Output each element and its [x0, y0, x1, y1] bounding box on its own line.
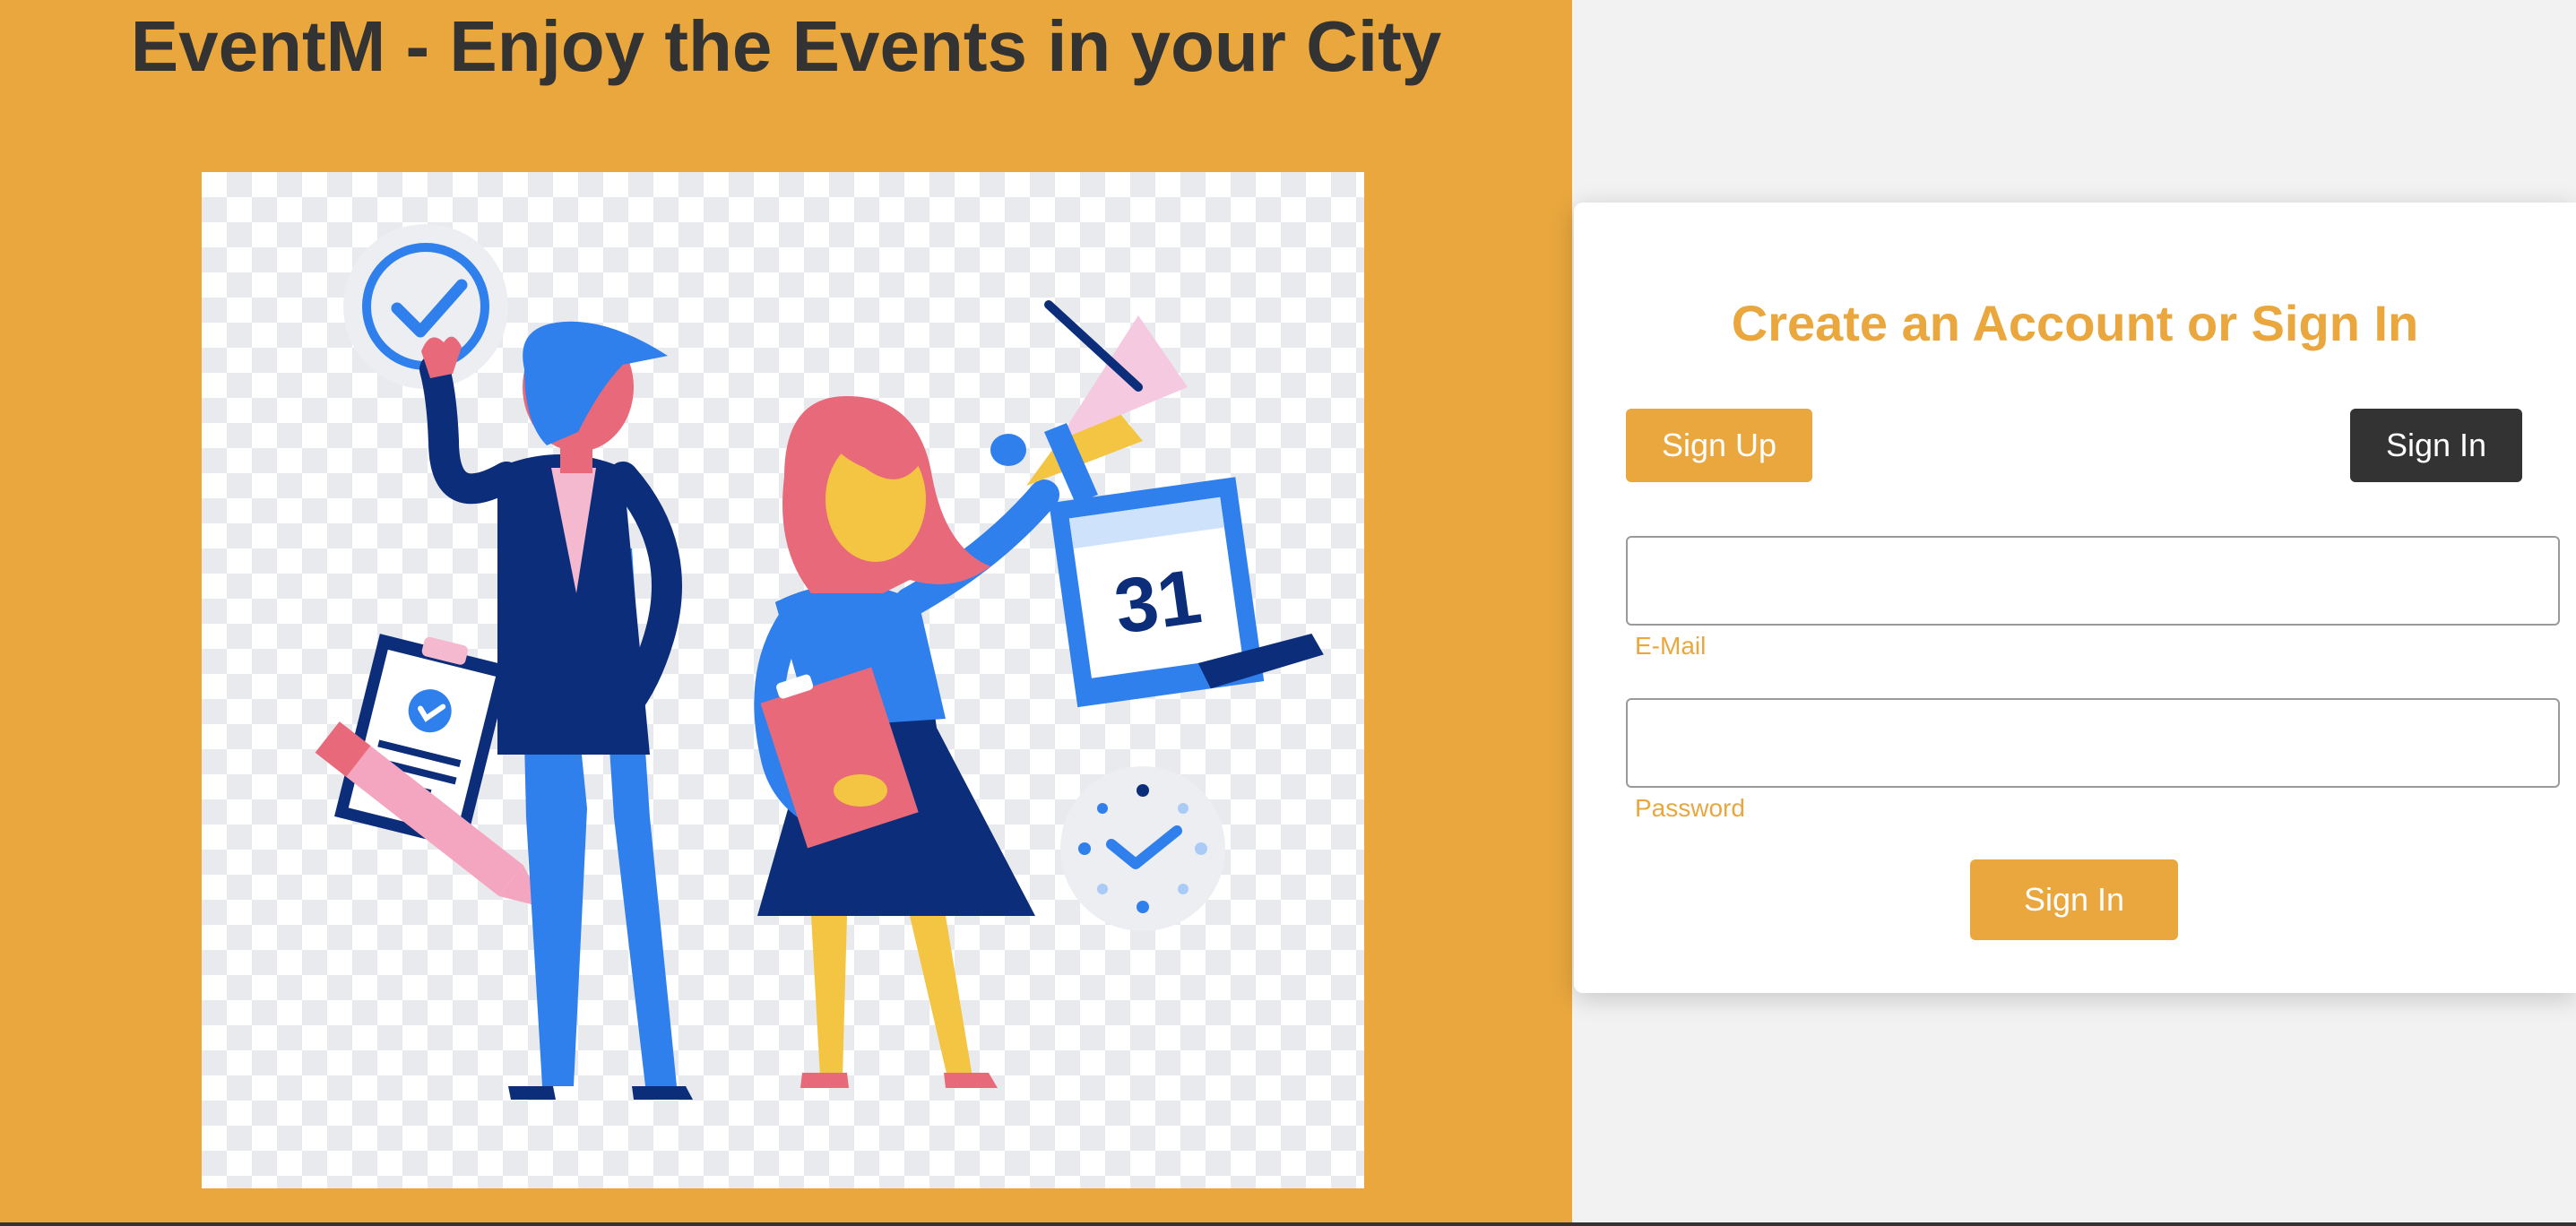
signin-tab-button[interactable]: Sign In	[2350, 409, 2522, 482]
auth-card: Create an Account or Sign In Sign Up Sig…	[1574, 203, 2576, 993]
woman-figure	[754, 396, 1059, 1088]
calendar-day: 31	[1110, 553, 1206, 650]
clock-icon	[1060, 766, 1225, 931]
auth-title: Create an Account or Sign In	[1731, 295, 2419, 351]
password-field[interactable]	[1626, 698, 2560, 788]
email-label: E-Mail	[1635, 632, 1707, 660]
megaphone-icon	[990, 300, 1188, 504]
hero-panel: EventM - Enjoy the Events in your City 3…	[0, 0, 1572, 1226]
signup-tab-button[interactable]: Sign Up	[1626, 409, 1812, 482]
calendar-icon: 31	[1049, 477, 1324, 708]
signin-submit-button[interactable]: Sign In	[1970, 859, 2178, 940]
bottom-edge	[0, 1222, 2576, 1226]
email-field[interactable]	[1626, 536, 2560, 626]
password-label: Password	[1635, 794, 1745, 822]
events-illustration: 31	[202, 172, 1364, 1188]
page-title: EventM - Enjoy the Events in your City	[130, 6, 1442, 86]
